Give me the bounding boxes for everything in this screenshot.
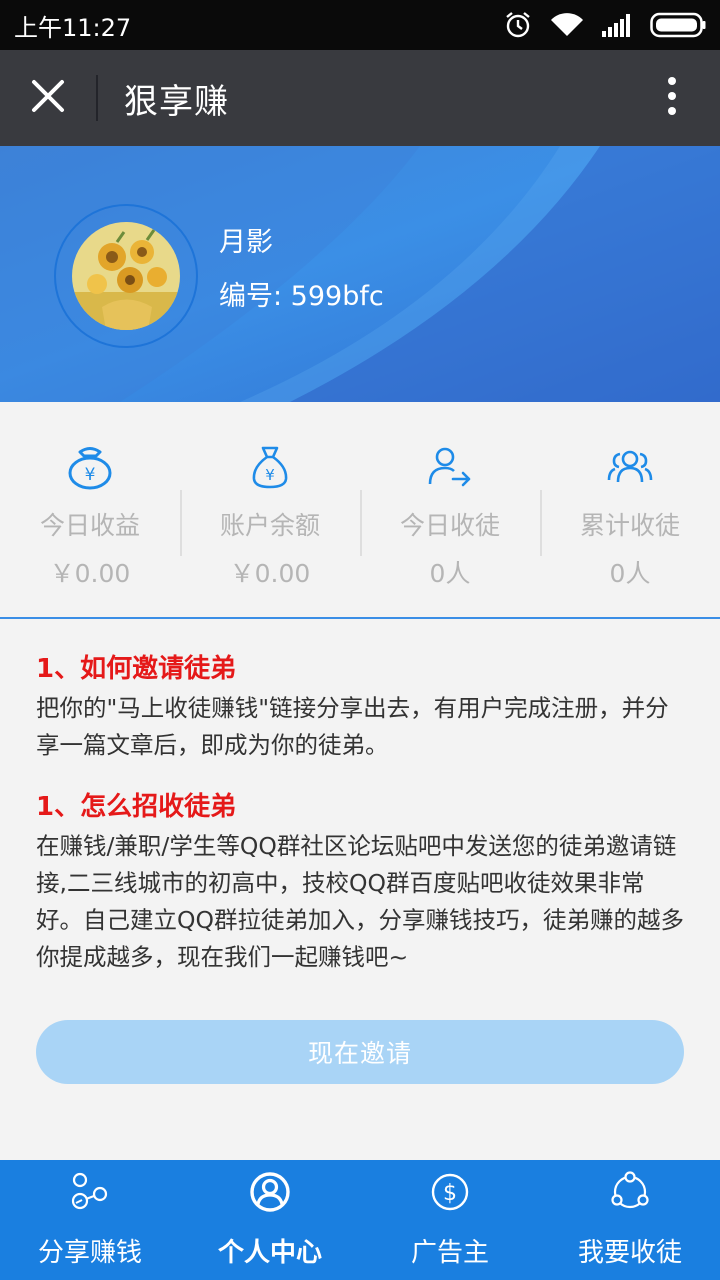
- svg-text:¥: ¥: [85, 465, 96, 485]
- section-how-to-invite: 1、如何邀请徒弟 把你的"马上收徒赚钱"链接分享出去，有用户完成注册，并分享一篇…: [36, 650, 686, 764]
- share-molecule-icon: [68, 1170, 112, 1214]
- stat-today-earnings[interactable]: ¥ 今日收益 ￥0.00: [0, 402, 180, 618]
- stat-label: 累计收徒: [579, 511, 680, 540]
- nav-label: 个人中心: [217, 1238, 322, 1268]
- money-bag-icon: ¥: [66, 442, 114, 492]
- instructions: 1、如何邀请徒弟 把你的"马上收徒赚钱"链接分享出去，有用户完成注册，并分享一篇…: [36, 650, 686, 976]
- section-body: 在赚钱/兼职/学生等QQ群社区论坛贴吧中发送您的徒弟邀请链接,二三线城市的初高中…: [36, 832, 684, 971]
- svg-text:$: $: [443, 1181, 457, 1206]
- user-id: 编号: 599bfc: [219, 281, 384, 312]
- nav-personal-center[interactable]: 个人中心: [180, 1160, 360, 1280]
- bottom-nav: 分享赚钱 个人中心 $ 广告主 我要收徒: [0, 1160, 720, 1280]
- nav-share-earn[interactable]: 分享赚钱: [0, 1160, 180, 1280]
- stat-value: 0人: [429, 559, 471, 588]
- user-arrow-icon: [427, 442, 473, 492]
- user-circle-icon: [249, 1170, 291, 1214]
- avatar-ring: [54, 204, 198, 348]
- wifi-icon: [550, 12, 584, 38]
- close-icon: [31, 79, 65, 117]
- network-icon: [608, 1170, 652, 1214]
- profile-banner: 月影 编号: 599bfc: [0, 146, 720, 402]
- close-button[interactable]: [0, 50, 96, 146]
- money-pouch-icon: ¥: [250, 442, 290, 492]
- battery-icon: [650, 12, 706, 38]
- section-how-to-recruit: 1、怎么招收徒弟 在赚钱/兼职/学生等QQ群社区论坛贴吧中发送您的徒弟邀请链接,…: [36, 788, 686, 976]
- more-vertical-icon: [667, 76, 677, 120]
- alarm-icon: [504, 11, 532, 39]
- stats-row: ¥ 今日收益 ￥0.00 ¥ 账户余额 ￥0.00 今日收徒 0人 累计收徒 0…: [0, 402, 720, 618]
- nav-recruit[interactable]: 我要收徒: [540, 1160, 720, 1280]
- title-divider: [96, 75, 98, 121]
- stat-value: ￥0.00: [229, 559, 311, 588]
- stat-label: 账户余额: [219, 511, 320, 540]
- stat-today-apprentices[interactable]: 今日收徒 0人: [360, 402, 540, 618]
- status-icons: [504, 11, 706, 39]
- section-title: 1、如何邀请徒弟: [36, 654, 237, 684]
- page-title: 狠享赚: [124, 81, 229, 122]
- more-button[interactable]: [624, 50, 720, 146]
- stat-total-apprentices[interactable]: 累计收徒 0人: [540, 402, 720, 618]
- dollar-circle-icon: $: [430, 1170, 470, 1214]
- nav-label: 我要收徒: [577, 1238, 682, 1268]
- username: 月影: [219, 227, 273, 258]
- svg-text:¥: ¥: [265, 466, 275, 484]
- stat-label: 今日收徒: [399, 511, 500, 540]
- section-title: 1、怎么招收徒弟: [36, 792, 237, 822]
- stats-divider: [0, 617, 720, 619]
- status-time: 上午11:27: [14, 13, 132, 42]
- nav-advertiser[interactable]: $ 广告主: [360, 1160, 540, 1280]
- avatar[interactable]: [72, 222, 180, 330]
- users-group-icon: [606, 442, 654, 492]
- invite-now-button[interactable]: 现在邀请: [36, 1020, 684, 1084]
- status-bar: 上午11:27: [0, 0, 720, 50]
- stat-label: 今日收益: [39, 511, 140, 540]
- signal-icon: [602, 13, 632, 37]
- stat-value: 0人: [609, 559, 651, 588]
- nav-label: 分享赚钱: [37, 1238, 142, 1268]
- nav-label: 广告主: [410, 1238, 489, 1268]
- title-bar: 狠享赚: [0, 50, 720, 146]
- stat-value: ￥0.00: [49, 559, 131, 588]
- stat-account-balance[interactable]: ¥ 账户余额 ￥0.00: [180, 402, 360, 618]
- section-body: 把你的"马上收徒赚钱"链接分享出去，有用户完成注册，并分享一篇文章后，即成为你的…: [36, 694, 669, 759]
